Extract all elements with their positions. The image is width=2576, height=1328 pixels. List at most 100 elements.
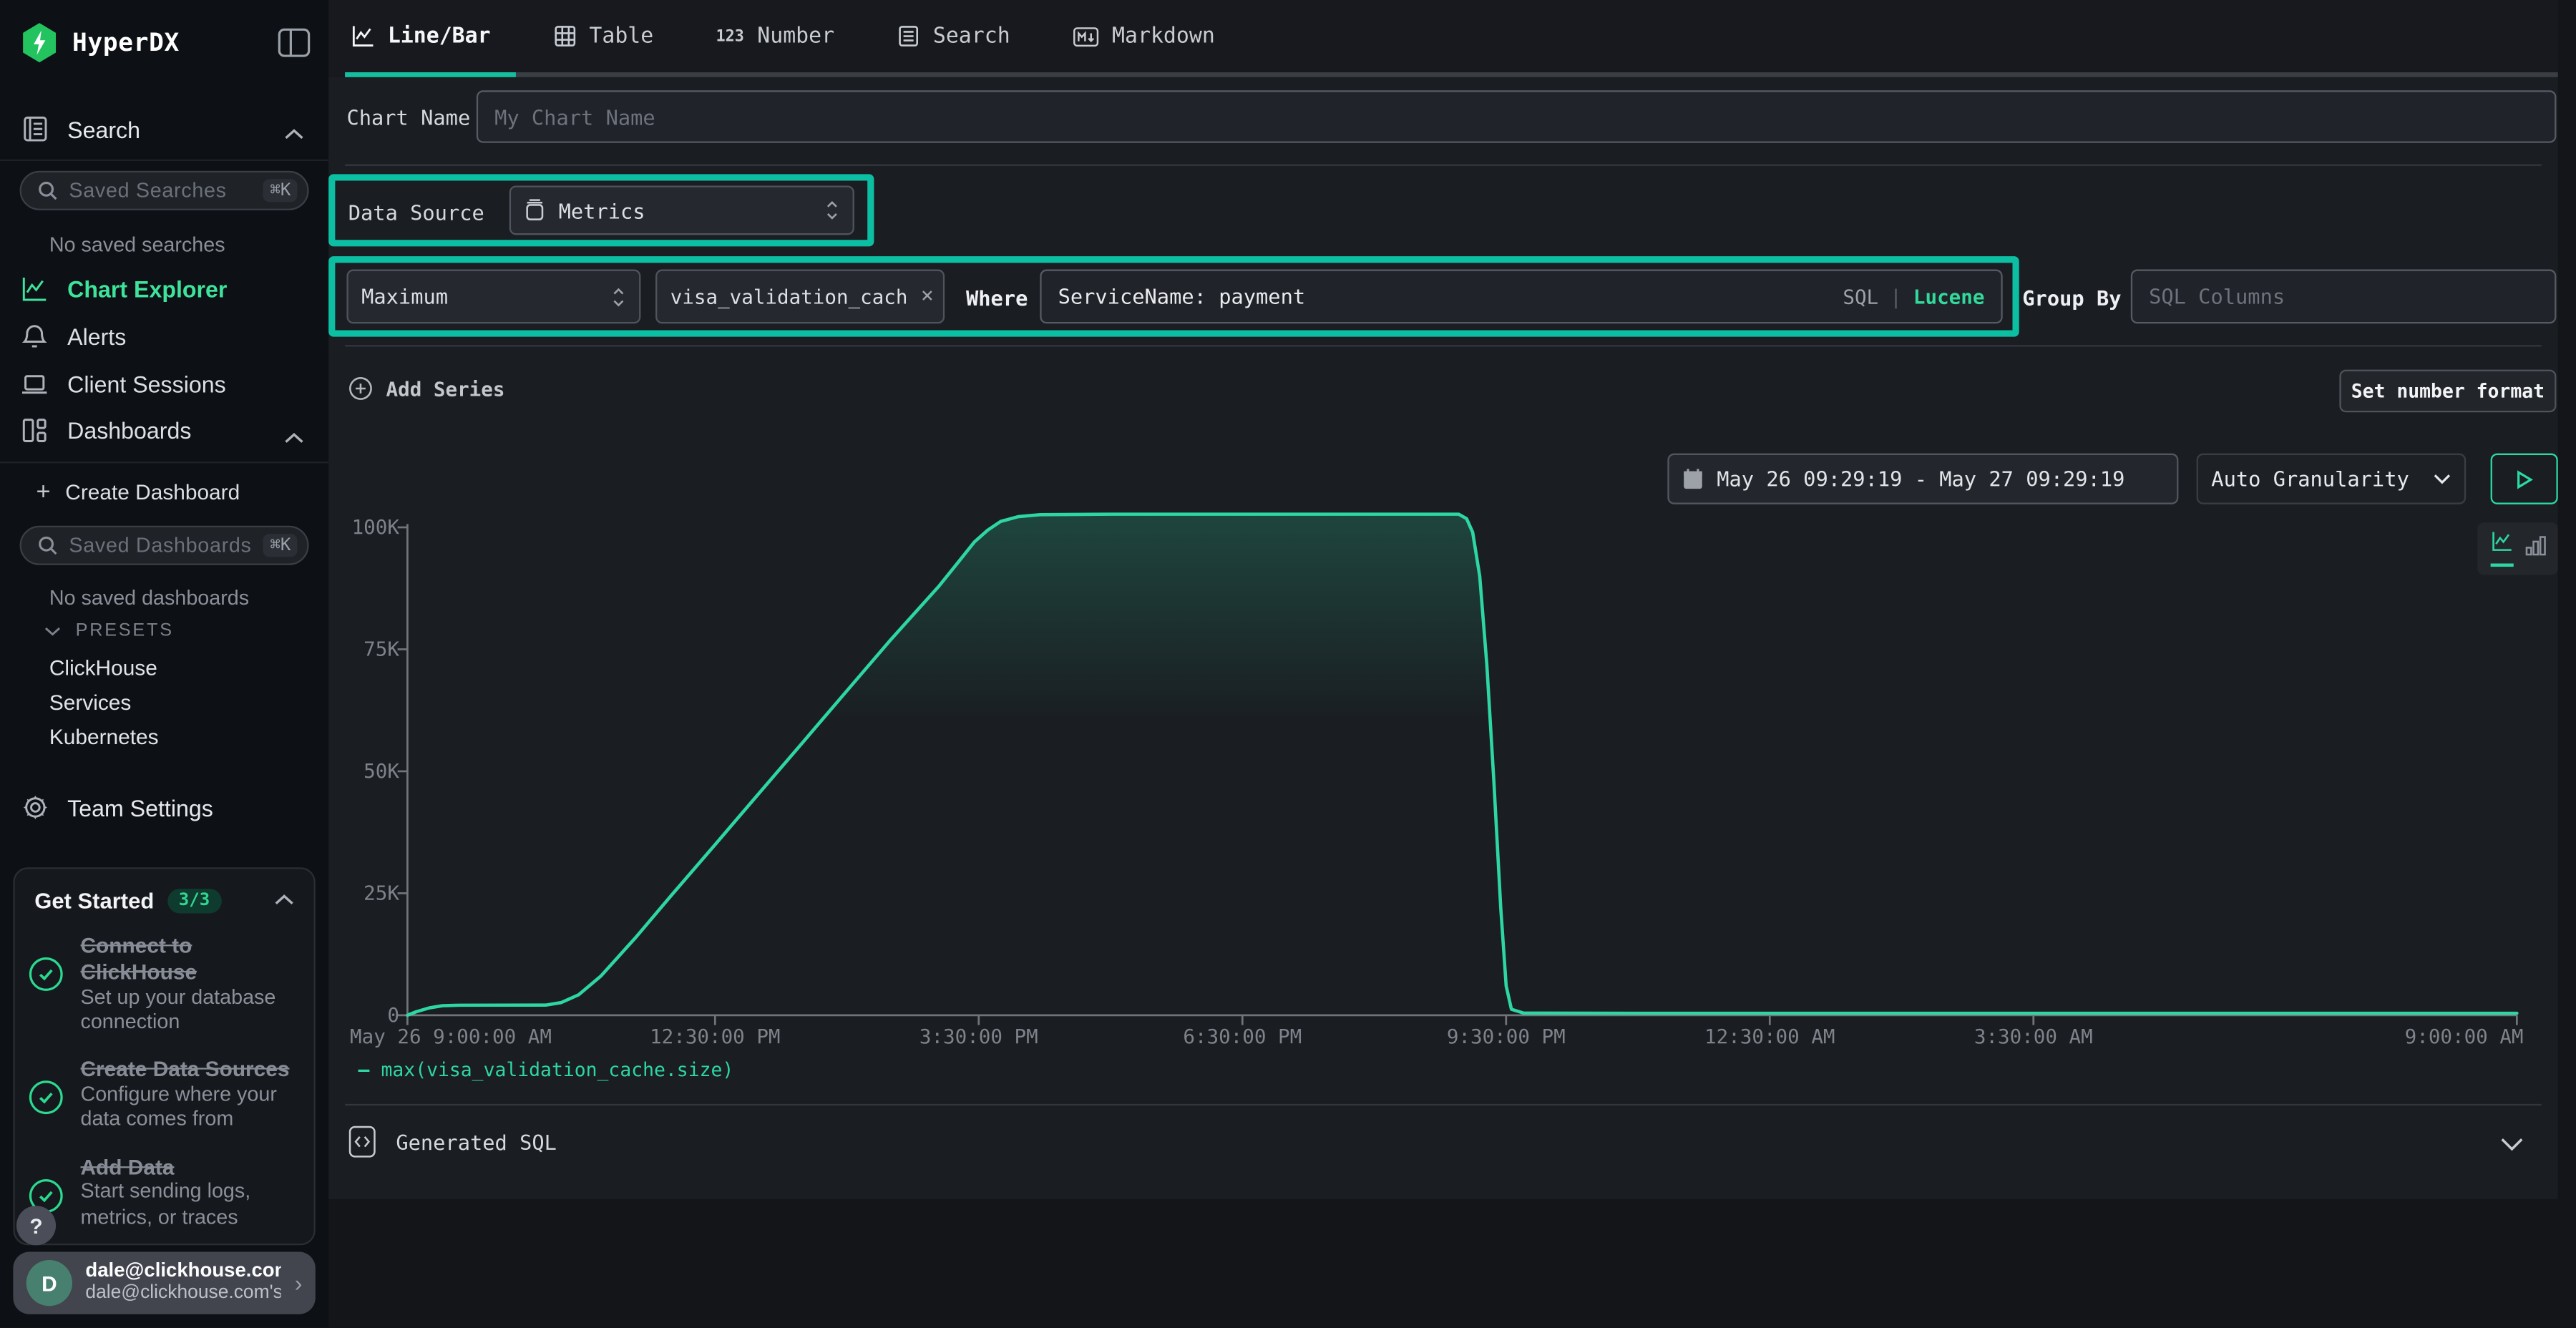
avatar: D — [26, 1260, 72, 1306]
metric-field-tag[interactable]: visa_validation_cach × — [655, 270, 945, 324]
mode-separator: | — [1890, 285, 1902, 308]
plus-icon: + — [36, 478, 51, 506]
preset-kubernetes[interactable]: Kubernetes — [49, 725, 159, 749]
code-icon — [348, 1126, 376, 1158]
group-by-label: Group By — [2022, 285, 2121, 310]
divider — [0, 160, 328, 161]
divider — [0, 462, 328, 463]
run-query-button[interactable] — [2491, 454, 2558, 504]
tab-markdown[interactable]: Markdown — [1073, 24, 1215, 48]
get-started-item-desc: Start sending logs, metrics, or traces — [81, 1180, 298, 1230]
get-started-item-datasources[interactable]: Create Data Sources Configure where your… — [15, 1045, 314, 1143]
get-started-item-title: Create Data Sources — [81, 1057, 298, 1083]
get-started-item-title: Add Data — [81, 1154, 298, 1180]
timeseries-chart[interactable]: 025K50K75K100KMay 26 9:00:00 AM12:30:00 … — [394, 511, 2530, 1056]
aggregation-select[interactable]: Maximum — [346, 270, 640, 324]
get-started-item-connect[interactable]: Connect to ClickHouse Set up your databa… — [15, 922, 314, 1045]
question-icon: ? — [29, 1214, 42, 1238]
get-started-title: Get Started — [34, 888, 154, 912]
sidebar-collapse-icon[interactable] — [278, 28, 311, 66]
chevron-up-icon[interactable] — [274, 886, 294, 915]
metric-field-name: visa_validation_cach — [670, 285, 908, 308]
play-icon — [2515, 469, 2533, 489]
bolt-hexagon-logo-icon — [21, 23, 58, 62]
lucene-mode-toggle[interactable]: Lucene — [1913, 285, 1985, 308]
generated-sql-toggle[interactable]: Generated SQL — [348, 1126, 557, 1158]
help-button[interactable]: ? — [16, 1206, 56, 1245]
tab-number[interactable]: 123 Number — [716, 24, 834, 48]
divider — [345, 1104, 2542, 1105]
sidebar-item-dashboards[interactable]: Dashboards — [21, 417, 192, 444]
svg-text:3:30:00 AM: 3:30:00 AM — [1974, 1025, 2093, 1048]
chart-name-label: Chart Name — [346, 105, 470, 130]
data-source-select[interactable]: Metrics — [509, 185, 854, 235]
add-series-button[interactable]: Add Series — [348, 376, 505, 401]
where-input[interactable]: ServiceName: payment SQL | Lucene — [1040, 270, 2002, 324]
nav-label: Client Sessions — [67, 371, 226, 398]
where-value: ServiceName: payment — [1058, 284, 1306, 308]
command-k-badge: ⌘K — [263, 179, 297, 202]
preset-services[interactable]: Services — [49, 690, 131, 714]
tab-table[interactable]: Table — [553, 24, 653, 48]
chart-type-tabbar: Line/Bar Table 123 Number Search — [328, 0, 2558, 77]
data-source-value: Metrics — [559, 198, 812, 223]
sidebar-item-alerts[interactable]: Alerts — [21, 323, 126, 350]
get-started-card: Get Started 3/3 Connect to ClickHouse Se… — [13, 867, 315, 1245]
date-range-picker[interactable]: May 26 09:29:19 - May 27 09:29:19 — [1667, 454, 2178, 504]
bell-icon — [21, 323, 48, 350]
sql-mode-toggle[interactable]: SQL — [1843, 285, 1878, 308]
tab-line-bar[interactable]: Line/Bar — [351, 24, 490, 48]
svg-text:12:30:00 PM: 12:30:00 PM — [650, 1025, 780, 1048]
date-range-value: May 26 09:29:19 - May 27 09:29:19 — [1717, 467, 2163, 491]
team-settings-label: Team Settings — [67, 794, 213, 821]
get-started-item-add-data[interactable]: Add Data Start sending logs, metrics, or… — [15, 1143, 314, 1240]
sidebar-item-team-settings[interactable]: Team Settings — [21, 794, 213, 821]
brand-logo-row[interactable]: HyperDX — [21, 23, 180, 62]
granularity-select[interactable]: Auto Granularity — [2197, 454, 2467, 504]
chart-legend[interactable]: — max(visa_validation_cache.size) — [358, 1058, 734, 1081]
chart-name-input[interactable]: My Chart Name — [477, 90, 2557, 142]
chevron-right-icon: › — [295, 1270, 303, 1297]
main-content: Line/Bar Table 123 Number Search — [328, 0, 2576, 1328]
search-icon — [38, 181, 58, 201]
chevron-down-icon — [44, 625, 61, 637]
chevron-up-icon[interactable] — [284, 424, 304, 453]
svg-text:0: 0 — [387, 1004, 399, 1027]
create-dashboard-button[interactable]: + Create Dashboard — [36, 478, 240, 506]
chevron-down-icon[interactable] — [2500, 1131, 2523, 1160]
number-123-icon: 123 — [716, 27, 743, 45]
no-saved-dashboards-text: No saved dashboards — [49, 587, 249, 610]
chart-name-placeholder: My Chart Name — [494, 104, 655, 129]
saved-dashboards-input[interactable]: Saved Dashboards ⌘K — [20, 526, 309, 565]
grid-icon — [21, 417, 48, 444]
database-icon — [524, 199, 545, 222]
chevron-down-icon — [2433, 473, 2451, 484]
table-icon — [553, 24, 576, 47]
set-number-format-button[interactable]: Set number format — [2339, 370, 2556, 413]
nav-label: Alerts — [67, 323, 126, 350]
sidebar-item-search[interactable]: Search — [21, 115, 140, 143]
svg-text:75K: 75K — [364, 638, 399, 661]
aggregation-value: Maximum — [361, 284, 598, 308]
presets-label: PRESETS — [76, 621, 174, 641]
saved-searches-input[interactable]: Saved Searches ⌘K — [20, 171, 309, 210]
user-email: dale@clickhouse.com — [85, 1261, 281, 1284]
chart-editor-panel: Chart Name My Chart Name Data Source Met… — [328, 77, 2558, 1199]
no-saved-searches-text: No saved searches — [49, 233, 225, 256]
user-menu[interactable]: D dale@clickhouse.com dale@clickhouse.co… — [13, 1251, 315, 1314]
sidebar-item-client-sessions[interactable]: Client Sessions — [21, 371, 226, 398]
svg-text:May 26 9:00:00 AM: May 26 9:00:00 AM — [350, 1025, 552, 1048]
search-icon — [38, 535, 58, 555]
chevron-up-icon[interactable] — [284, 120, 304, 150]
presets-section-toggle[interactable]: PRESETS — [44, 621, 174, 641]
close-icon[interactable]: × — [921, 284, 934, 308]
tab-search[interactable]: Search — [897, 24, 1010, 48]
gear-icon — [21, 794, 49, 821]
updown-icon — [611, 285, 626, 308]
divider — [345, 165, 2542, 166]
sidebar-item-chart-explorer[interactable]: Chart Explorer — [21, 276, 228, 303]
granularity-value: Auto Granularity — [2211, 467, 2420, 491]
preset-clickhouse[interactable]: ClickHouse — [49, 655, 157, 680]
group-by-input[interactable]: SQL Columns — [2131, 270, 2557, 324]
saved-dashboards-placeholder: Saved Dashboards — [69, 534, 252, 557]
